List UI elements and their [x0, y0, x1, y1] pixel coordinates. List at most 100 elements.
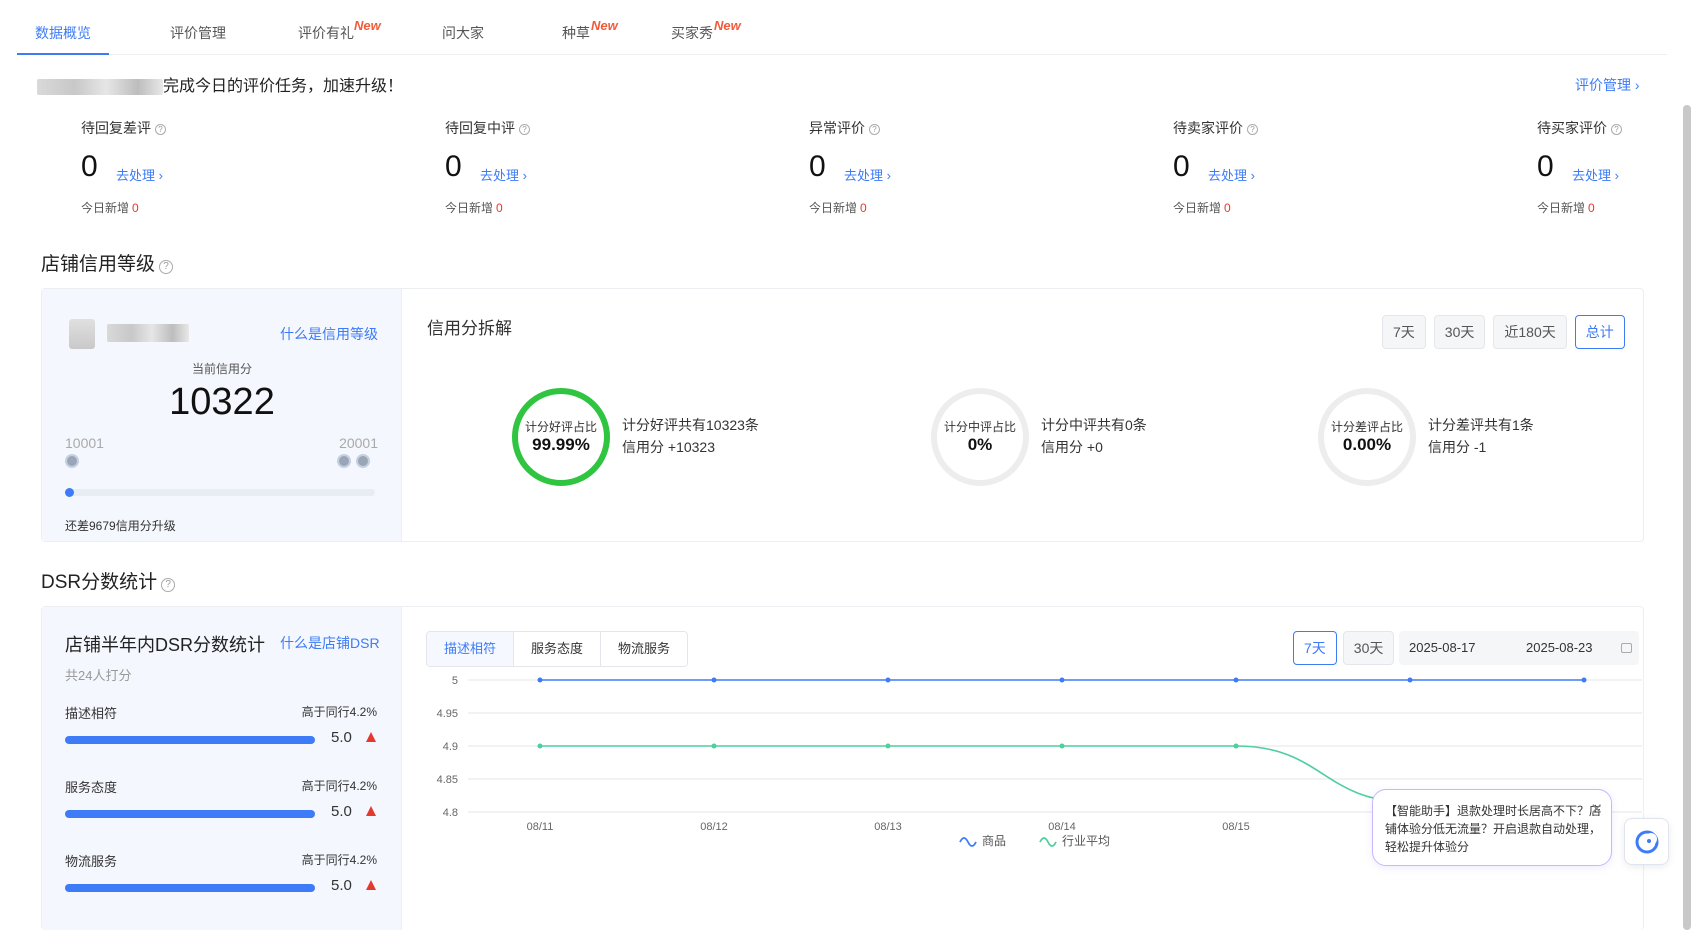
review-manage-link[interactable]: 评价管理 › [1575, 75, 1640, 95]
tab-label: 问大家 [442, 25, 484, 41]
new-badge: New [591, 18, 618, 33]
tab-label: 买家秀 [671, 25, 713, 41]
help-icon[interactable]: ? [161, 578, 176, 592]
what-is-credit-link[interactable]: 什么是信用等级 [280, 324, 378, 344]
period-7d-button[interactable]: 7天 [1382, 315, 1426, 349]
tab-overview[interactable]: 数据概览 [17, 0, 109, 55]
today-value: 0 [132, 201, 139, 215]
dsr-period-7d-button[interactable]: 7天 [1293, 631, 1337, 665]
stat-value: 0 [809, 150, 826, 183]
ring-line2: 信用分 +10323 [622, 439, 715, 455]
dsr-score: 5.0 [331, 877, 352, 894]
date-end: 2025-08-23 [1526, 640, 1593, 655]
metric-tab-service[interactable]: 服务态度 [514, 632, 602, 666]
tab-seeding[interactable]: 种草 New [530, 0, 622, 55]
help-icon[interactable]: ? [1611, 124, 1622, 135]
y-tick-label: 4.95 [437, 708, 458, 720]
help-icon[interactable]: ? [159, 260, 174, 274]
tab-label: 种草 [562, 25, 590, 41]
ring-label: 计分差评占比 [1330, 420, 1403, 434]
mid-ratio-detail: 计分中评共有0条 信用分 +0 [1041, 414, 1147, 458]
current-score: 10322 [169, 381, 275, 423]
tab-review-gift[interactable]: 评价有礼 New [280, 0, 381, 55]
dsr-row-compare: 高于同行4.2% [301, 705, 377, 719]
ring-line1: 计分好评共有10323条 [622, 417, 759, 433]
blurred-shop-name [37, 78, 163, 95]
handle-link[interactable]: 去处理 › [1572, 165, 1619, 184]
period-30d-button[interactable]: 30天 [1433, 315, 1486, 349]
ring-line2: 信用分 +0 [1041, 439, 1103, 455]
dsr-score: 5.0 [331, 803, 352, 820]
handle-link[interactable]: 去处理 › [116, 165, 163, 184]
today-label: 今日新增 [81, 201, 130, 215]
range-max: 20001 [339, 435, 378, 451]
today-value: 0 [496, 201, 503, 215]
dsr-period-30d-button[interactable]: 30天 [1342, 631, 1395, 665]
legend-label: 行业平均 [1062, 834, 1110, 848]
what-is-dsr-link[interactable]: 什么是店铺DSR [280, 633, 380, 653]
credit-period-buttons: 7天 30天 近180天 总计 [1382, 315, 1625, 349]
ring-percent: 99.99% [532, 435, 590, 454]
tab-label: 评价管理 [170, 25, 226, 41]
data-point [1059, 677, 1065, 683]
stat-abnormal: 异常评价? 0 去处理 › 今日新增 0 [809, 118, 1009, 215]
handle-link[interactable]: 去处理 › [1208, 165, 1255, 184]
today-value: 0 [1224, 201, 1231, 215]
tab-review-manage[interactable]: 评价管理 [152, 0, 244, 55]
data-point [711, 743, 717, 749]
x-tick-label: 08/11 [527, 821, 554, 833]
y-tick-label: 4.9 [443, 741, 458, 753]
section-title-text: DSR分数统计 [41, 572, 158, 593]
today-label: 今日新增 [1537, 201, 1586, 215]
handle-link[interactable]: 去处理 › [480, 165, 527, 184]
tab-ask-all[interactable]: 问大家 [417, 0, 509, 55]
help-icon[interactable]: ? [519, 124, 530, 135]
bad-ratio-detail: 计分差评共有1条 信用分 -1 [1428, 414, 1534, 458]
new-badge: New [714, 18, 741, 33]
metric-tab-description[interactable]: 描述相符 [427, 632, 515, 666]
help-icon[interactable]: ? [869, 124, 880, 135]
today-label: 今日新增 [809, 201, 858, 215]
dsr-row-logistics: 物流服务 高于同行4.2% 5.0 [65, 851, 377, 894]
page-scrollbar[interactable] [1683, 105, 1691, 930]
tab-label: 评价有礼 [298, 25, 354, 41]
section-title-text: 店铺信用等级 [41, 254, 156, 275]
stat-value: 0 [1537, 150, 1554, 183]
assistant-toast: 【智能助手】退款处理时长居高不下？店铺体验分低无流量？开启退款自动处理，轻松提升… [1372, 789, 1612, 866]
dsr-period-buttons: 7天 30天 [1293, 631, 1395, 665]
greeting: 完成今日的评价任务，加速升级！ [37, 72, 403, 96]
stat-value: 0 [1173, 150, 1190, 183]
dsr-row-compare: 高于同行4.2% [301, 853, 377, 867]
period-180d-button[interactable]: 近180天 [1493, 315, 1567, 349]
good-ratio-ring: 计分好评占比 99.99% [511, 387, 611, 487]
date-range-picker[interactable]: 2025-08-17 2025-08-23 [1399, 631, 1639, 665]
legend-label: 商品 [982, 833, 1006, 848]
new-badge: New [354, 18, 381, 33]
period-total-button[interactable]: 总计 [1574, 315, 1625, 349]
today-value: 0 [1588, 201, 1595, 215]
stat-label: 待买家评价 [1537, 120, 1607, 136]
bad-ratio-ring: 计分差评占比 0.00% [1317, 387, 1417, 487]
credit-section-title: 店铺信用等级? [41, 249, 174, 276]
breakdown-title: 信用分拆解 [427, 319, 512, 338]
close-icon[interactable]: ✕ [1590, 801, 1603, 819]
x-tick-label: 08/14 [1048, 821, 1076, 833]
tab-buyer-show[interactable]: 买家秀 New [646, 0, 741, 55]
assistant-button[interactable] [1624, 818, 1669, 865]
calendar-icon [1621, 643, 1632, 653]
handle-link[interactable]: 去处理 › [844, 165, 891, 184]
credit-progress-track [65, 488, 375, 497]
upgrade-text: 还差9679信用分升级 [65, 519, 176, 533]
help-icon[interactable]: ? [1247, 124, 1258, 135]
date-start: 2025-08-17 [1409, 640, 1476, 655]
metric-tab-logistics[interactable]: 物流服务 [601, 632, 688, 666]
dsr-section-title: DSR分数统计? [41, 567, 176, 594]
data-point [885, 677, 891, 683]
stat-label: 待回复差评 [81, 120, 151, 136]
today-value: 0 [860, 201, 867, 215]
raters-count: 共24人打分 [65, 668, 132, 683]
help-icon[interactable]: ? [155, 124, 166, 135]
dsr-panel-title: 店铺半年内DSR分数统计 [65, 635, 266, 655]
stat-bad-review: 待回复差评? 0 去处理 › 今日新增 0 [81, 118, 281, 215]
ring-percent: 0.00% [1342, 435, 1392, 454]
